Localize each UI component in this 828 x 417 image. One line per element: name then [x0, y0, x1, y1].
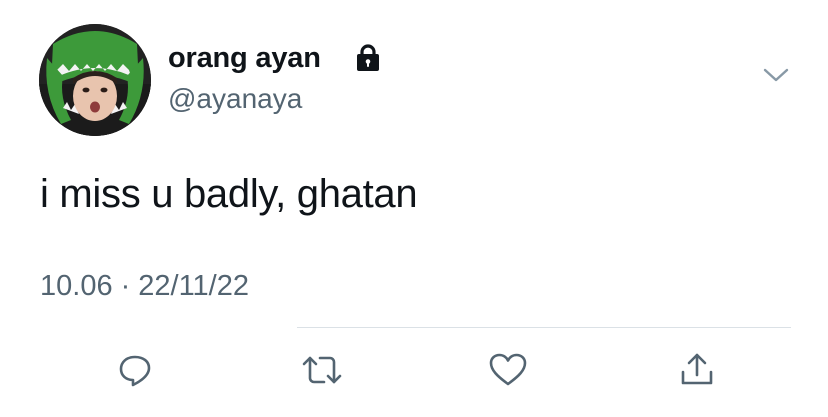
user-handle[interactable]: @ayanaya: [168, 82, 302, 116]
share-icon: [681, 353, 713, 385]
divider: [297, 327, 791, 328]
heart-icon: [489, 353, 527, 386]
tweet-date: 22/11/22: [138, 270, 249, 302]
reply-icon: [119, 355, 151, 387]
tweet-timestamp[interactable]: 10.06 · 22/11/22: [40, 268, 249, 304]
tweet-text: i miss u badly, ghatan: [40, 172, 418, 216]
timestamp-separator: ·: [120, 270, 131, 302]
tweet-time: 10.06: [40, 270, 113, 302]
display-name[interactable]: orang ayan: [168, 40, 321, 76]
retweet-button[interactable]: [300, 348, 344, 392]
avatar-image: [39, 24, 151, 136]
reply-button[interactable]: [113, 348, 157, 392]
lock-icon: [357, 44, 379, 71]
retweet-icon: [302, 356, 342, 384]
chevron-down-icon[interactable]: [763, 67, 789, 83]
like-button[interactable]: [486, 348, 530, 392]
share-button[interactable]: [675, 348, 719, 392]
avatar[interactable]: [39, 24, 151, 136]
